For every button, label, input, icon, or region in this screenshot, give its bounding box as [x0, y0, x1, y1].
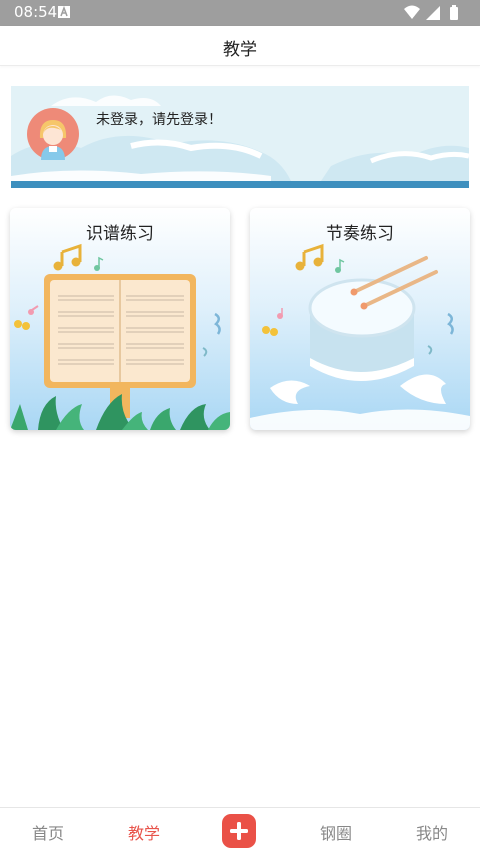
- rhythm-card[interactable]: 节奏练习: [250, 208, 470, 430]
- avatar[interactable]: [27, 108, 79, 160]
- login-banner[interactable]: 未登录，请先登录！: [11, 86, 469, 188]
- add-button[interactable]: [222, 814, 256, 848]
- notification-a-icon: [58, 6, 70, 18]
- login-prompt[interactable]: 未登录，请先登录！: [96, 109, 222, 129]
- status-time: 08:54: [14, 3, 58, 21]
- page-title: 教学: [223, 40, 257, 60]
- card-title: 节奏练习: [326, 224, 394, 244]
- app-header: 教学: [0, 26, 480, 66]
- wifi-icon: [404, 5, 420, 19]
- bottom-tab-bar: 首页 教学 钢圈 我的: [0, 807, 480, 853]
- signal-icon: [426, 6, 440, 20]
- tab-home[interactable]: 首页: [18, 820, 78, 844]
- tab-mine[interactable]: 我的: [402, 820, 462, 844]
- tab-ring[interactable]: 钢圈: [306, 820, 366, 844]
- plus-icon: [230, 822, 248, 840]
- sight-reading-card[interactable]: 识谱练习: [10, 208, 230, 430]
- card-title: 识谱练习: [86, 224, 154, 244]
- status-icons: [404, 5, 458, 20]
- tab-teaching[interactable]: 教学: [114, 820, 174, 844]
- status-bar: 08:54: [0, 0, 480, 26]
- clouds-illustration: [11, 95, 469, 181]
- banner-strip: [11, 181, 469, 188]
- battery-icon: [450, 5, 458, 20]
